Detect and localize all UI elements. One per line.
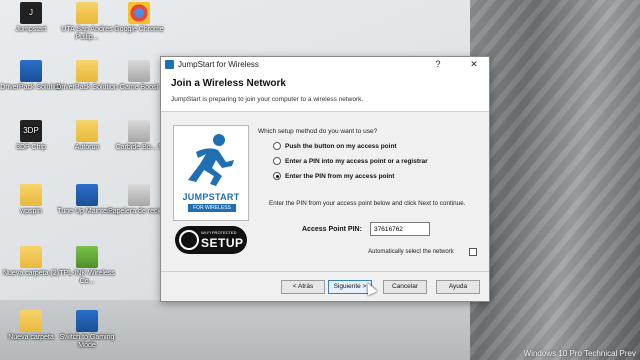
auto-select-checkbox[interactable] [469, 248, 477, 256]
desktop-icon[interactable]: J Jumpstart [0, 2, 62, 34]
logo-subtext: FOR WIRELESS [188, 204, 236, 212]
folder-icon [76, 60, 98, 82]
jumpstart-icon: J [20, 2, 42, 24]
chrome-icon [128, 2, 150, 24]
desktop-icon[interactable]: DriverPack Solution [0, 60, 62, 92]
desktop-icon-label: wpspin [20, 208, 42, 215]
folder-icon [20, 310, 42, 332]
pin-label: Access Point PIN: [302, 226, 362, 233]
tplink-icon [76, 246, 98, 268]
dialog-subheading: JumpStart is preparing to join your comp… [171, 96, 364, 103]
folder-icon [76, 120, 98, 142]
desktop-icon-label: Google Chrome [114, 26, 164, 33]
3dp-chip-icon: 3DP [20, 120, 42, 142]
radio-button[interactable] [273, 142, 281, 150]
tuneup-icon [76, 184, 98, 206]
desktop-icon[interactable]: Nueva carpeta [0, 310, 62, 342]
wallpaper-wall [470, 0, 640, 360]
desktop-icon-label: 3DP Chip [16, 144, 46, 151]
desktop-icon[interactable]: Google Chrome [108, 2, 170, 34]
desktop-icon-label: TPL-INK Wireless Co... [59, 270, 115, 285]
wps-text-top: WI-FI PROTECTED [201, 230, 237, 235]
radio-enter-pin-registrar[interactable]: Enter a PIN into my access point or a re… [273, 157, 428, 165]
runner-icon [188, 134, 234, 186]
radio-button[interactable] [273, 157, 281, 165]
window-title: JumpStart for Wireless [178, 60, 259, 69]
desktop-icon-label: Nueva carpeta [8, 334, 54, 341]
dialog-content: JUMPSTART FOR WIRELESS WI-FI PROTECTED S… [161, 112, 489, 272]
game-boost-icon [128, 60, 150, 82]
gaming-mode-icon [76, 310, 98, 332]
radio-label: Enter a PIN into my access point or a re… [285, 157, 428, 165]
carbide-icon [128, 120, 150, 142]
title-bar[interactable]: JumpStart for Wireless ? ✕ [161, 57, 489, 72]
desktop-icon-label: Switch to Gaming Mode [59, 334, 115, 349]
desktop-icon-label: DriverPack Solution [0, 84, 62, 91]
wps-symbol-icon [179, 230, 199, 250]
desktop-icon-label: Nueva carpeta (2) [2, 270, 60, 277]
driverpack-icon [20, 60, 42, 82]
pin-input[interactable] [370, 222, 430, 236]
radio-enter-pin-ap[interactable]: Enter the PIN from my access point [273, 172, 394, 180]
logo-text: JUMPSTART [182, 192, 240, 202]
wps-text-main: SETUP [201, 236, 244, 250]
folder-icon [76, 2, 98, 24]
method-question: Which setup method do you want to use? [258, 128, 378, 135]
app-icon [165, 60, 174, 69]
folder-icon [20, 184, 42, 206]
radio-button-selected[interactable] [273, 172, 281, 180]
pin-instructions: Enter the PIN from your access point bel… [269, 200, 466, 207]
dialog-heading: Join a Wireless Network [171, 78, 286, 89]
close-icon[interactable]: ✕ [463, 57, 485, 72]
os-watermark: Windows 10 Pro Technical Prev [523, 349, 636, 358]
desktop-icon[interactable]: Nueva carpeta (2) [0, 246, 62, 278]
radio-label: Push the button on my access point [285, 142, 397, 150]
desktop-icon-label: Jumpstart [15, 26, 47, 33]
help-icon[interactable]: ? [427, 57, 449, 72]
desktop-icon[interactable]: wpspin [0, 184, 62, 216]
dialog-footer: < Atrás Siguiente > Cancelar Ayuda [161, 271, 489, 301]
dialog-header: Join a Wireless Network JumpStart is pre… [161, 72, 489, 112]
jumpstart-dialog: JumpStart for Wireless ? ✕ Join a Wirele… [160, 56, 490, 302]
cancel-button[interactable]: Cancelar [383, 280, 427, 294]
back-button[interactable]: < Atrás [281, 280, 325, 294]
desktop-icon[interactable]: 3DP 3DP Chip [0, 120, 62, 152]
radio-push-button[interactable]: Push the button on my access point [273, 142, 397, 150]
desktop-icon[interactable]: TPL-INK Wireless Co... [56, 246, 118, 286]
folder-icon [20, 246, 42, 268]
help-button[interactable]: Ayuda [436, 280, 480, 294]
radio-label: Enter the PIN from my access point [285, 172, 395, 180]
desktop-icon[interactable]: Switch to Gaming Mode [56, 310, 118, 350]
auto-select-label: Automatically select the network [368, 249, 454, 255]
recycle-bin-icon [128, 184, 150, 206]
wps-badge: WI-FI PROTECTED SETUP [175, 226, 247, 254]
jumpstart-logo: JUMPSTART FOR WIRELESS [173, 125, 249, 221]
